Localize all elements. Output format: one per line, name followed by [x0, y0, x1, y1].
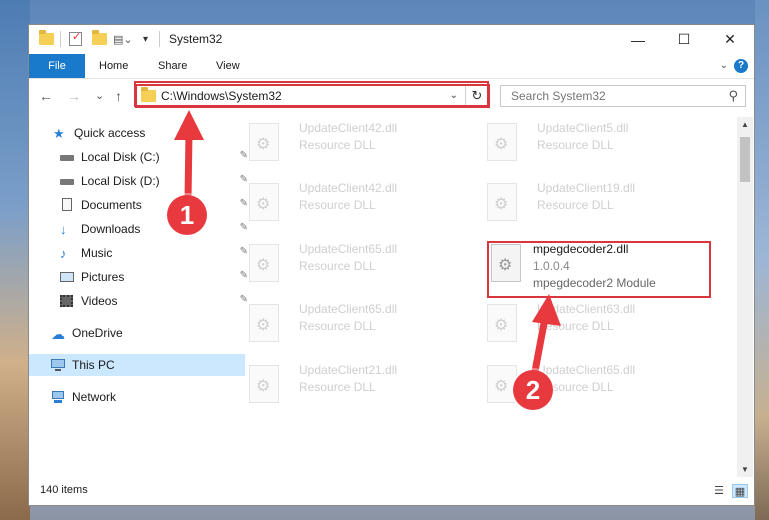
arrow-1-head	[174, 110, 204, 140]
step-2-badge: 2	[513, 370, 553, 410]
arrow-2-head	[532, 294, 561, 326]
arrow-1-shaft	[184, 128, 193, 204]
step-1-badge: 1	[167, 195, 207, 235]
annotation-arrows	[174, 110, 561, 386]
